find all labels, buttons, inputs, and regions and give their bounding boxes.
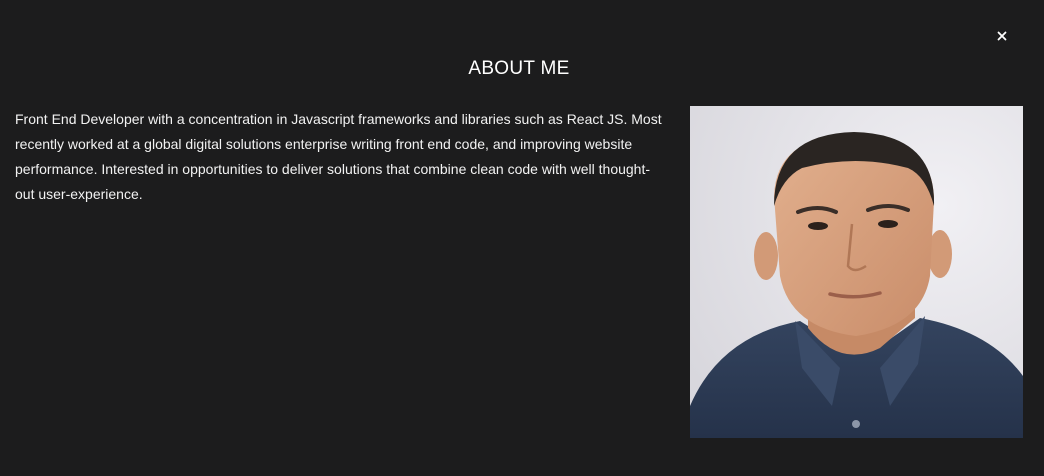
bio-text: Front End Developer with a concentration… [15,111,662,202]
about-me-modal: ABOUT ME Front End Developer with a conc… [0,0,1044,476]
profile-photo [690,106,1023,438]
modal-title: ABOUT ME [468,58,570,79]
close-icon [997,31,1007,41]
close-button[interactable] [992,26,1012,46]
